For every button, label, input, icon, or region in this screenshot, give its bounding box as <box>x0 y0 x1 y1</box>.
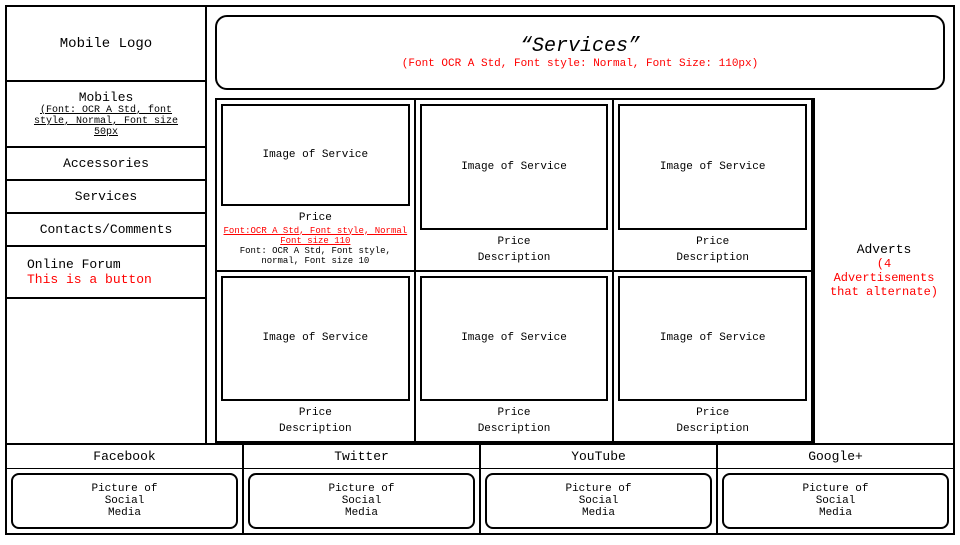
social-image-twitter: Picture ofSocialMedia <box>248 473 475 529</box>
product-col-2-2: Image of Service Price Description <box>416 272 615 442</box>
mobile-logo-label: Mobile Logo <box>60 36 152 52</box>
product-price-2-2: Price <box>420 407 609 419</box>
social-label-googleplus: Google+ <box>718 445 953 469</box>
product-price-1-3: Price <box>618 236 807 248</box>
product-desc-1-2: Description <box>420 252 609 264</box>
product-col-1-3: Image of Service Price Description <box>614 100 811 270</box>
contacts-label: Contacts/Comments <box>40 222 173 237</box>
sidebar-item-online-forum[interactable]: Online Forum This is a button <box>7 247 205 299</box>
main-area: Mobile Logo Mobiles (Font: OCR A Std, fo… <box>7 7 953 443</box>
product-price-1-2: Price <box>420 236 609 248</box>
social-image-googleplus: Picture ofSocialMedia <box>722 473 949 529</box>
header-subtitle: (Font OCR A Std, Font style: Normal, Fon… <box>402 58 758 70</box>
social-section-facebook: Facebook Picture ofSocialMedia <box>7 445 244 533</box>
sidebar-nav: Mobiles (Font: OCR A Std, font style, No… <box>7 82 205 443</box>
social-section-googleplus: Google+ Picture ofSocialMedia <box>718 445 953 533</box>
product-price-2-1: Price <box>221 407 410 419</box>
font-note-desc: Font: OCR A Std, Font style, normal, Fon… <box>221 246 410 266</box>
grid-row-2: Image of Service Price Description Image… <box>217 272 811 442</box>
mobiles-label: Mobiles <box>79 90 134 105</box>
content-area: “Services” (Font OCR A Std, Font style: … <box>207 7 953 443</box>
content-main: Image of Service Price Font:OCR A Std, F… <box>207 98 953 443</box>
product-col-1-1: Image of Service Price Font:OCR A Std, F… <box>217 100 416 270</box>
products-grid: Image of Service Price Font:OCR A Std, F… <box>215 98 813 443</box>
product-col-2-1: Image of Service Price Description <box>217 272 416 442</box>
font-note-price-2: Font size 110 <box>221 236 410 246</box>
grid-row-1: Image of Service Price Font:OCR A Std, F… <box>217 100 811 272</box>
product-image-2-3: Image of Service <box>618 276 807 402</box>
online-forum-button[interactable]: This is a button <box>27 272 152 287</box>
sidebar-item-services[interactable]: Services <box>7 181 205 214</box>
adverts-sublabel: (4 Advertisements that alternate) <box>825 257 943 299</box>
price-label-1-1: Price <box>299 212 332 224</box>
sidebar: Mobile Logo Mobiles (Font: OCR A Std, fo… <box>7 7 207 443</box>
sidebar-item-accessories[interactable]: Accessories <box>7 148 205 181</box>
social-bar: Facebook Picture ofSocialMedia Twitter P… <box>7 443 953 533</box>
sidebar-item-mobiles[interactable]: Mobiles (Font: OCR A Std, font style, No… <box>7 82 205 148</box>
font-note-price-1: Font:OCR A Std, Font style, Normal <box>221 226 410 236</box>
product-col-1-2: Image of Service Price Description <box>416 100 615 270</box>
online-forum-label: Online Forum <box>27 257 121 272</box>
product-price-2-3: Price <box>618 407 807 419</box>
product-image-2-2: Image of Service <box>420 276 609 402</box>
header-banner: “Services” (Font OCR A Std, Font style: … <box>215 15 945 90</box>
product-image-1-3: Image of Service <box>618 104 807 230</box>
header-title: “Services” <box>520 35 640 58</box>
product-desc-1-3: Description <box>618 252 807 264</box>
sidebar-item-contacts[interactable]: Contacts/Comments <box>7 214 205 247</box>
product-desc-2-1: Description <box>221 423 410 435</box>
social-label-facebook: Facebook <box>7 445 242 469</box>
accessories-label: Accessories <box>63 156 149 171</box>
product-image-1-1: Image of Service <box>221 104 410 206</box>
sidebar-logo: Mobile Logo <box>7 7 205 82</box>
adverts-label: Adverts <box>857 242 912 257</box>
outer-container: Mobile Logo Mobiles (Font: OCR A Std, fo… <box>5 5 955 535</box>
product-desc-2-2: Description <box>420 423 609 435</box>
social-label-youtube: YouTube <box>481 445 716 469</box>
social-image-facebook: Picture ofSocialMedia <box>11 473 238 529</box>
mobiles-sublabel: (Font: OCR A Std, font style, Normal, Fo… <box>19 105 193 138</box>
product-image-1-2: Image of Service <box>420 104 609 230</box>
product-desc-2-3: Description <box>618 423 807 435</box>
product-image-2-1: Image of Service <box>221 276 410 402</box>
product-col-2-3: Image of Service Price Description <box>614 272 811 442</box>
product-price-1-1: Price <box>221 212 410 224</box>
social-section-youtube: YouTube Picture ofSocialMedia <box>481 445 718 533</box>
social-label-twitter: Twitter <box>244 445 479 469</box>
social-image-youtube: Picture ofSocialMedia <box>485 473 712 529</box>
services-label: Services <box>75 189 137 204</box>
social-section-twitter: Twitter Picture ofSocialMedia <box>244 445 481 533</box>
adverts-panel: Adverts (4 Advertisements that alternate… <box>813 98 953 443</box>
